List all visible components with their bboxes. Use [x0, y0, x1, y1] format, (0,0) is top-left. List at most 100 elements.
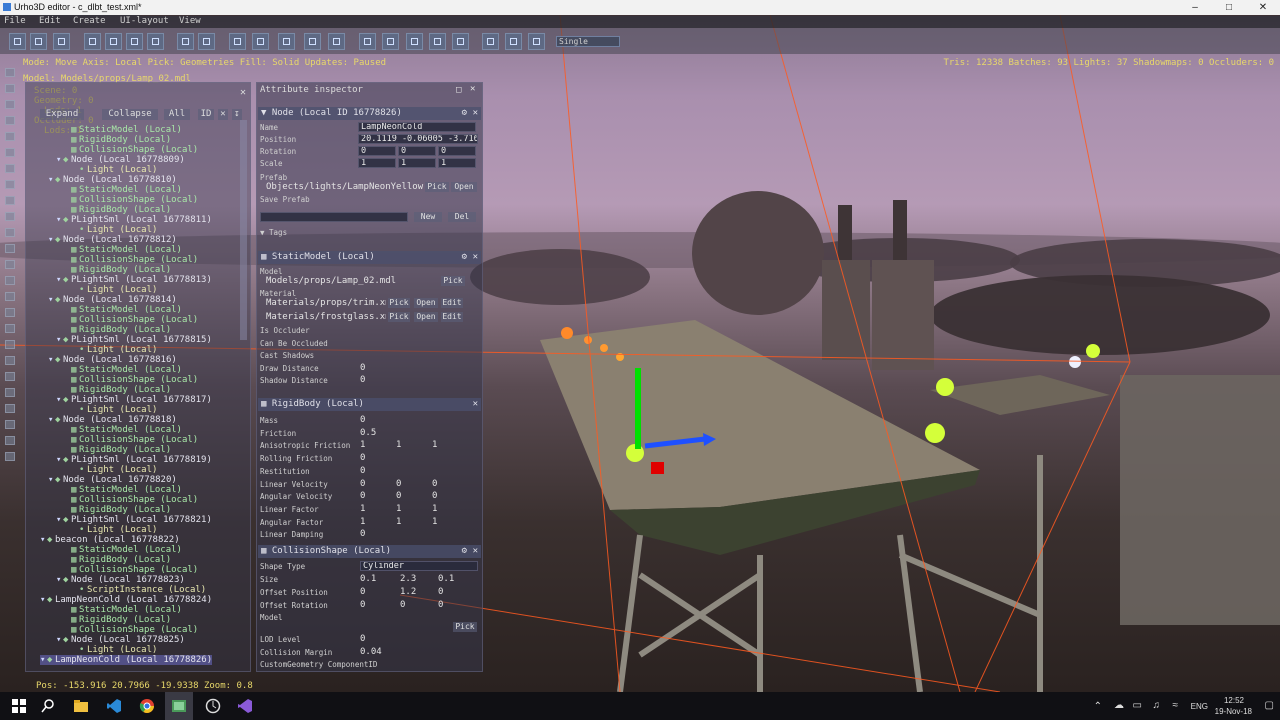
strip-icon[interactable]: [5, 276, 15, 285]
material-edit-button[interactable]: Edit: [441, 312, 463, 322]
tree-row[interactable]: ▦ CollisionShape (Local): [64, 375, 198, 385]
tree-row[interactable]: ▦ CollisionShape (Local): [64, 625, 198, 635]
material-pick-button[interactable]: Pick: [388, 298, 410, 308]
expand-triangle-icon[interactable]: ▾: [56, 215, 63, 225]
tree-row[interactable]: ▾ ◆ Node (Local 16778810): [48, 175, 177, 185]
pin-icon[interactable]: □: [456, 85, 461, 95]
fill-point-icon[interactable]: [482, 33, 499, 50]
tree-row[interactable]: ▾ ◆ PLightSml (Local 16778817): [56, 395, 212, 405]
world-axis-icon[interactable]: [198, 33, 215, 50]
offset-position-z[interactable]: 0: [438, 587, 443, 597]
strip-icon[interactable]: [5, 436, 15, 445]
select-icon[interactable]: [147, 33, 164, 50]
position-field[interactable]: 20.1119 -0.06005 -3.7160: [358, 134, 478, 144]
menu-ui-layout[interactable]: UI-layout: [120, 16, 169, 26]
rotation-z[interactable]: 0: [438, 146, 476, 156]
rigidbody-row-value[interactable]: 1: [432, 504, 437, 514]
scale-y[interactable]: 1: [398, 158, 436, 168]
rigidbody-row-value[interactable]: 1: [396, 504, 401, 514]
tree-row[interactable]: ▦ RigidBody (Local): [64, 205, 171, 215]
name-field[interactable]: LampNeonCold: [358, 122, 476, 132]
tree-row[interactable]: ▾ ◆ Node (Local 16778809): [56, 155, 185, 165]
notifications-icon[interactable]: ▢: [1265, 700, 1274, 711]
expand-triangle-icon[interactable]: ▾: [56, 275, 63, 285]
tree-row[interactable]: ▦ StaticModel (Local): [64, 305, 182, 315]
tree-row[interactable]: ▾ ◆ LampNeonCold (Local 16778826): [40, 655, 213, 665]
tree-row[interactable]: • Light (Local): [72, 525, 157, 535]
prefab-pick-button[interactable]: Pick: [425, 182, 449, 192]
rotation-y[interactable]: 0: [398, 146, 436, 156]
collision-margin-value[interactable]: 0.04: [360, 647, 382, 657]
tree-row[interactable]: • ScriptInstance (Local): [72, 585, 206, 595]
tree-row[interactable]: ▦ CollisionShape (Local): [64, 495, 198, 505]
move-icon[interactable]: [84, 33, 101, 50]
size-z[interactable]: 0.1: [438, 574, 454, 584]
chrome-icon[interactable]: [139, 698, 155, 714]
strip-icon[interactable]: [5, 132, 15, 141]
tree-row[interactable]: ▾ ◆ LampNeonCold (Local 16778824): [40, 595, 212, 605]
expand-button[interactable]: Expand: [40, 109, 84, 120]
strip-icon[interactable]: [5, 164, 15, 173]
strip-icon[interactable]: [5, 148, 15, 157]
offset-rotation-x[interactable]: 0: [360, 600, 365, 610]
tree-row[interactable]: ▾ ◆ Node (Local 16778816): [48, 355, 177, 365]
rigidbody-row-value[interactable]: 0: [360, 479, 365, 489]
rigidbody-row-value[interactable]: 1: [432, 517, 437, 527]
rigidbody-row-value[interactable]: 1: [360, 504, 365, 514]
tree-row[interactable]: ▾ ◆ Node (Local 16778823): [56, 575, 185, 585]
tree-row[interactable]: ▾ ◆ Node (Local 16778818): [48, 415, 177, 425]
strip-icon[interactable]: [5, 388, 15, 397]
rigidbody-row-value[interactable]: 0: [360, 529, 365, 539]
expand-triangle-icon[interactable]: ▾: [56, 635, 63, 645]
tree-row[interactable]: ▾ ◆ Node (Local 16778825): [56, 635, 185, 645]
rigidbody-row-value[interactable]: 0: [360, 491, 365, 501]
tree-row[interactable]: ▦ StaticModel (Local): [64, 365, 182, 375]
snap-scale-half-icon[interactable]: [304, 33, 321, 50]
tree-row[interactable]: ▦ CollisionShape (Local): [64, 565, 198, 575]
gear-icon[interactable]: ⚙: [462, 251, 467, 264]
volume-icon[interactable]: ♫: [1153, 700, 1161, 711]
play-icon[interactable]: [9, 33, 26, 50]
tree-row[interactable]: ▦ RigidBody (Local): [64, 265, 171, 275]
expand-triangle-icon[interactable]: ▾: [56, 455, 63, 465]
rigidbody-row-value[interactable]: 1: [360, 517, 365, 527]
clock-time[interactable]: 12:52: [1224, 696, 1244, 705]
expand-triangle-icon[interactable]: ▾: [40, 535, 47, 545]
language-indicator[interactable]: ENG: [1191, 702, 1208, 711]
clock-date[interactable]: 19-Nov-18: [1215, 707, 1252, 716]
tree-row[interactable]: ▦ StaticModel (Local): [64, 185, 182, 195]
tree-row[interactable]: • Light (Local): [72, 225, 157, 235]
expand-triangle-icon[interactable]: ▾: [48, 355, 55, 365]
rigidbody-row-value[interactable]: 0: [360, 466, 365, 476]
sort-icon[interactable]: ↧: [232, 109, 242, 120]
hierarchy-scrollbar[interactable]: [240, 120, 247, 340]
material-edit-button[interactable]: Edit: [441, 298, 463, 308]
pick-lights-icon[interactable]: [382, 33, 399, 50]
expand-triangle-icon[interactable]: ▾: [56, 515, 63, 525]
strip-icon[interactable]: [5, 340, 15, 349]
tag-input[interactable]: [260, 212, 408, 222]
tree-row[interactable]: ▦ CollisionShape (Local): [64, 315, 198, 325]
menu-view[interactable]: View: [179, 16, 201, 26]
expand-triangle-icon[interactable]: ▾: [56, 395, 63, 405]
snap-move-icon[interactable]: [229, 33, 246, 50]
strip-icon[interactable]: [5, 356, 15, 365]
menu-create[interactable]: Create: [73, 16, 106, 26]
onedrive-icon[interactable]: ☁: [1114, 700, 1124, 711]
delete-tag-button[interactable]: Del: [448, 212, 476, 222]
expand-triangle-icon[interactable]: ▾: [48, 175, 55, 185]
strip-icon[interactable]: [5, 404, 15, 413]
close-icon[interactable]: ✕: [473, 107, 478, 120]
rigidbody-row-value[interactable]: 1: [360, 440, 365, 450]
tree-row[interactable]: ▦ CollisionShape (Local): [64, 195, 198, 205]
rigidbody-section-header[interactable]: ▦ RigidBody (Local) ✕: [258, 398, 481, 411]
tree-row[interactable]: ▦ StaticModel (Local): [64, 425, 182, 435]
tree-row[interactable]: • Light (Local): [72, 465, 157, 475]
expand-triangle-icon[interactable]: ▾: [56, 575, 63, 585]
shape-type-select[interactable]: Cylinder: [360, 561, 478, 571]
menu-file[interactable]: File: [4, 16, 26, 26]
tree-row[interactable]: ▦ CollisionShape (Local): [64, 255, 198, 265]
strip-icon[interactable]: [5, 244, 15, 253]
network-icon[interactable]: ▭: [1133, 700, 1142, 711]
rigidbody-row-value[interactable]: 0: [360, 415, 365, 425]
